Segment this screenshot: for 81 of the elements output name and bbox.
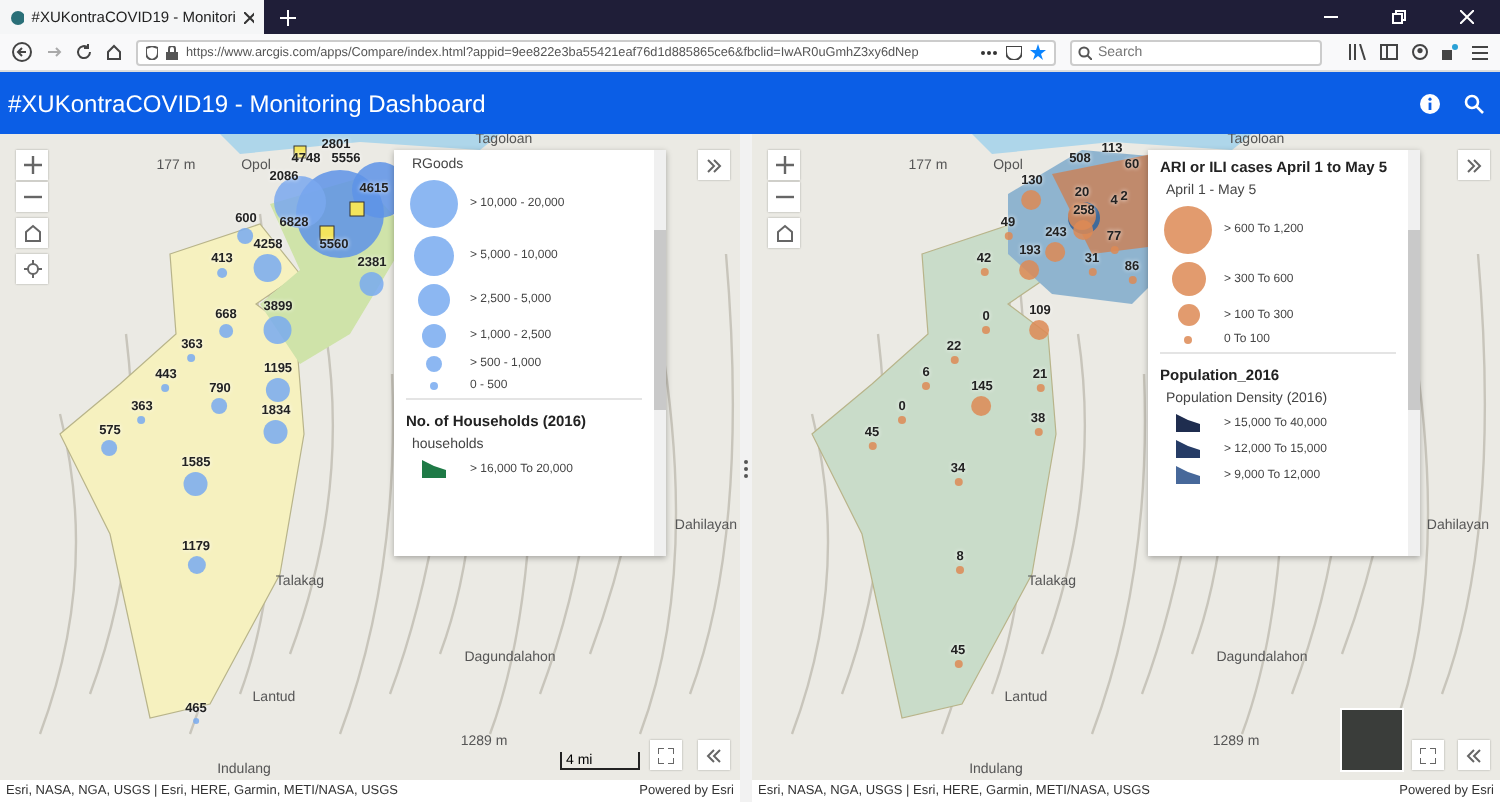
search-icon[interactable] xyxy=(1464,93,1484,113)
collapse-button[interactable] xyxy=(1458,740,1490,770)
library-icon[interactable] xyxy=(1348,44,1366,60)
legend-circle xyxy=(1184,336,1192,344)
double-chevron-left-icon xyxy=(706,747,722,763)
point-symbol xyxy=(950,356,958,364)
point-symbol xyxy=(868,442,876,450)
zoom-in-button[interactable] xyxy=(16,150,48,180)
home-button[interactable] xyxy=(16,218,48,248)
collapse-button[interactable] xyxy=(698,740,730,770)
legend-circle xyxy=(1171,262,1205,296)
legend-circle xyxy=(1177,304,1199,326)
legend-circle xyxy=(426,356,442,372)
expand-button[interactable] xyxy=(698,150,730,180)
globe-icon xyxy=(10,9,24,25)
account-icon[interactable] xyxy=(1412,44,1428,60)
legend-circle xyxy=(422,324,446,348)
drag-handle-icon xyxy=(744,459,748,477)
zoom-out-button[interactable] xyxy=(768,182,800,212)
point-symbol xyxy=(922,382,930,390)
legend-circle xyxy=(430,382,438,390)
legend-circle xyxy=(418,284,450,316)
double-chevron-left-icon xyxy=(1466,747,1482,763)
locate-button[interactable] xyxy=(16,254,48,284)
legend-circle xyxy=(1164,206,1212,254)
fullscreen-icon xyxy=(658,747,674,763)
point-symbol xyxy=(956,566,964,574)
point-symbol xyxy=(1110,246,1118,254)
close-icon[interactable] xyxy=(243,11,254,23)
plus-icon xyxy=(775,156,793,174)
info-icon[interactable] xyxy=(1420,93,1440,113)
point-symbol xyxy=(1128,276,1136,284)
point-symbol xyxy=(954,478,962,486)
point-symbol xyxy=(188,354,196,362)
reload-icon[interactable] xyxy=(76,44,92,60)
point-symbol xyxy=(1034,428,1042,436)
shield-icon xyxy=(146,45,158,59)
extensions-icon[interactable] xyxy=(1442,44,1458,60)
lock-icon xyxy=(166,45,178,59)
point-symbol xyxy=(217,268,227,278)
point-symbol xyxy=(238,228,254,244)
fullscreen-button[interactable] xyxy=(650,740,682,770)
point-symbol xyxy=(1004,232,1012,240)
more-icon[interactable] xyxy=(980,49,998,55)
point-symbol xyxy=(1030,320,1050,340)
search-icon xyxy=(1078,45,1092,59)
crosshair-icon xyxy=(23,260,41,278)
point-symbol xyxy=(138,416,146,424)
point-symbol xyxy=(1036,384,1044,392)
close-icon xyxy=(1459,10,1473,24)
point-symbol xyxy=(1088,268,1096,276)
back-icon[interactable] xyxy=(12,42,32,62)
star-icon[interactable] xyxy=(1030,44,1046,60)
point-symbol xyxy=(898,416,906,424)
restore-icon xyxy=(1391,10,1405,24)
double-chevron-right-icon xyxy=(706,157,722,173)
legend-circle xyxy=(414,236,454,276)
point-symbol xyxy=(193,718,199,724)
point-symbol xyxy=(980,268,988,276)
home-button[interactable] xyxy=(768,218,800,248)
minimize-icon xyxy=(1323,16,1337,18)
zoom-in-button[interactable] xyxy=(768,150,800,180)
legend-circle xyxy=(410,180,458,228)
home-icon[interactable] xyxy=(106,44,122,60)
basemap-thumbnail[interactable] xyxy=(1340,708,1404,772)
menu-icon[interactable] xyxy=(1472,45,1488,59)
sidebar-icon[interactable] xyxy=(1380,44,1398,60)
home-icon xyxy=(23,224,41,242)
home-icon xyxy=(775,224,793,242)
fullscreen-button[interactable] xyxy=(1412,740,1444,770)
plus-icon xyxy=(23,156,41,174)
expand-button[interactable] xyxy=(1458,150,1490,180)
zoom-out-button[interactable] xyxy=(16,182,48,212)
fullscreen-icon xyxy=(1420,747,1436,763)
dashboard-title: #XUKontraCOVID19 - Monitoring Dashboard xyxy=(8,89,486,117)
plus-icon xyxy=(280,9,296,25)
point-symbol xyxy=(162,384,170,392)
point-symbol xyxy=(954,660,962,668)
pocket-icon[interactable] xyxy=(1006,45,1022,59)
double-chevron-right-icon xyxy=(1466,157,1482,173)
point-symbol xyxy=(982,326,990,334)
